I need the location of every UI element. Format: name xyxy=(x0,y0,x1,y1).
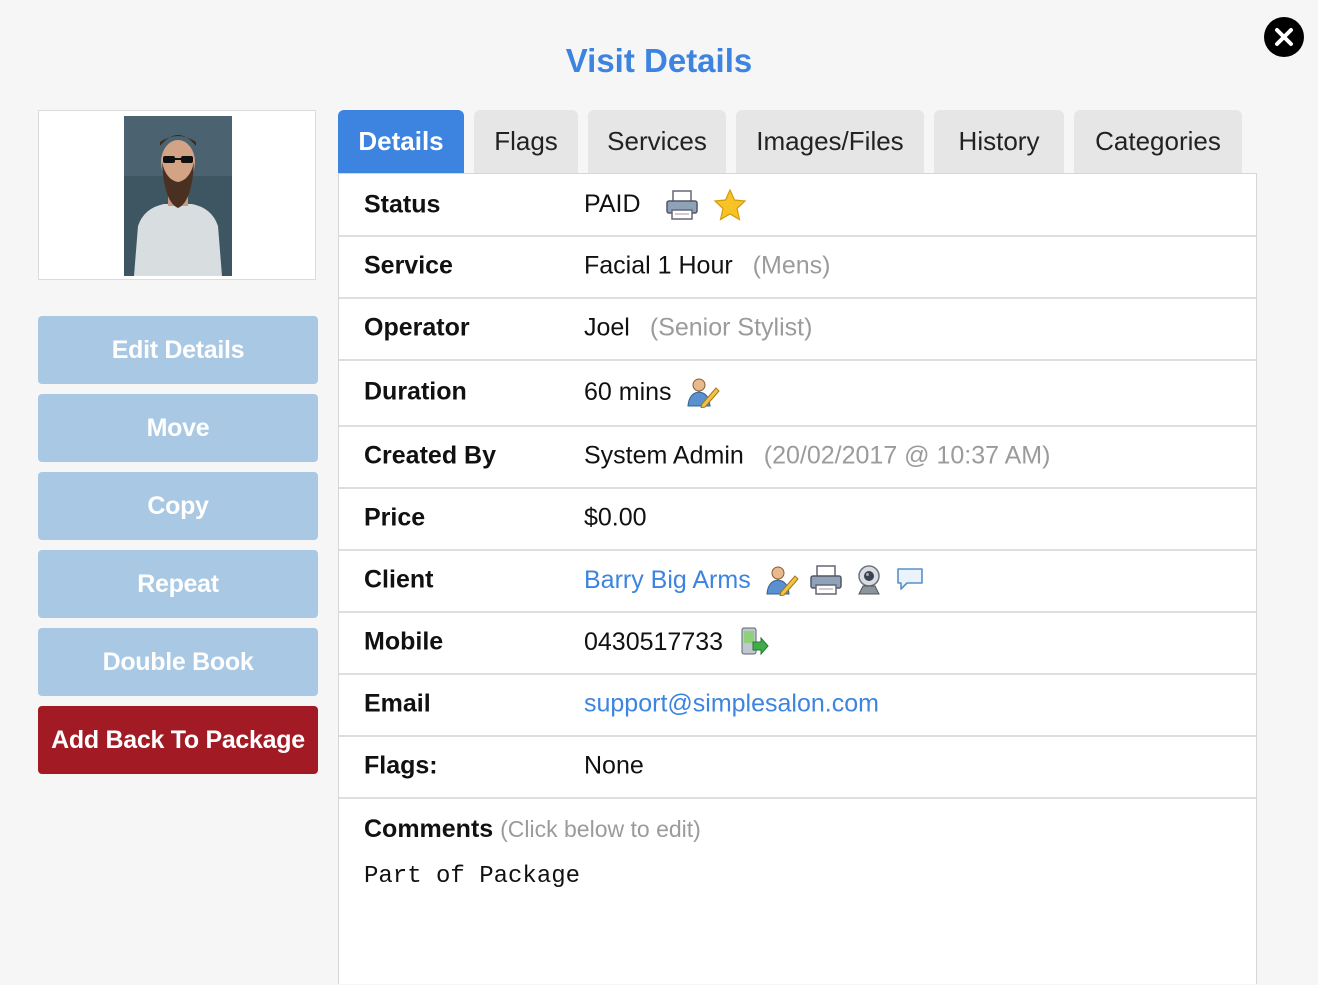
mobile-row: Mobile 0430517733 xyxy=(339,611,1256,675)
created-by-value: System Admin xyxy=(584,441,744,470)
webcam-icon[interactable] xyxy=(853,564,885,596)
tab-flags[interactable]: Flags xyxy=(474,110,578,173)
edit-details-button[interactable]: Edit Details xyxy=(38,316,318,384)
service-row: Service Facial 1 Hour (Mens) xyxy=(339,235,1256,299)
printer-icon[interactable] xyxy=(809,565,843,595)
operator-label: Operator xyxy=(364,313,470,342)
status-row: Status PAID xyxy=(339,174,1256,237)
price-value: $0.00 xyxy=(584,503,647,532)
comments-section: Comments (Click below to edit) Part of P… xyxy=(339,797,1256,985)
client-avatar-image xyxy=(124,116,232,276)
client-row: Client Barry Big Arms xyxy=(339,549,1256,613)
service-label: Service xyxy=(364,251,453,280)
page-title: Visit Details xyxy=(565,42,753,79)
email-link[interactable]: support@simplesalon.com xyxy=(584,690,879,719)
edit-user-icon[interactable] xyxy=(765,564,799,597)
email-label: Email xyxy=(364,689,431,718)
move-button[interactable]: Move xyxy=(38,394,318,462)
details-panel: Status PAID Service Facial 1 Hour (Mens)… xyxy=(338,173,1257,984)
edit-user-icon[interactable] xyxy=(686,376,720,409)
service-note: (Mens) xyxy=(752,251,831,280)
comments-text[interactable]: Part of Package xyxy=(364,863,580,890)
duration-value: 60 mins xyxy=(584,377,672,406)
duration-label: Duration xyxy=(364,377,467,406)
mobile-value: 0430517733 xyxy=(584,627,724,656)
star-icon[interactable] xyxy=(713,188,747,221)
operator-note: (Senior Stylist) xyxy=(649,313,813,342)
duration-row: Duration 60 mins xyxy=(339,359,1256,427)
created-by-label: Created By xyxy=(364,441,496,470)
status-label: Status xyxy=(364,190,441,218)
mobile-label: Mobile xyxy=(364,627,444,656)
double-book-button[interactable]: Double Book xyxy=(38,628,318,696)
operator-row: Operator Joel (Senior Stylist) xyxy=(339,297,1256,361)
price-row: Price $0.00 xyxy=(339,487,1256,551)
tab-services[interactable]: Services xyxy=(588,110,726,173)
chat-bubble-icon[interactable] xyxy=(895,566,925,594)
created-timestamp: (20/02/2017 @ 10:37 AM) xyxy=(763,441,1051,470)
operator-value: Joel xyxy=(584,313,630,342)
client-name-link[interactable]: Barry Big Arms xyxy=(584,566,751,595)
status-value: PAID xyxy=(584,190,641,218)
tab-categories[interactable]: Categories xyxy=(1074,110,1242,173)
client-photo xyxy=(38,110,316,280)
tab-images-files[interactable]: Images/Files xyxy=(736,110,924,173)
tab-history[interactable]: History xyxy=(934,110,1064,173)
flags-label: Flags: xyxy=(364,751,438,780)
comments-label: Comments xyxy=(364,815,494,843)
service-value: Facial 1 Hour xyxy=(584,251,733,280)
email-row: Email support@simplesalon.com xyxy=(339,673,1256,737)
repeat-button[interactable]: Repeat xyxy=(38,550,318,618)
tab-details[interactable]: Details xyxy=(338,110,464,173)
send-sms-icon[interactable] xyxy=(739,626,769,658)
comments-hint: (Click below to edit) xyxy=(500,816,701,842)
client-label: Client xyxy=(364,565,434,594)
flags-value: None xyxy=(584,751,644,780)
add-back-to-package-button[interactable]: Add Back To Package xyxy=(38,706,318,774)
printer-icon[interactable] xyxy=(665,189,699,220)
flags-row: Flags: None xyxy=(339,735,1256,799)
created-by-row: Created By System Admin (20/02/2017 @ 10… xyxy=(339,425,1256,489)
copy-button[interactable]: Copy xyxy=(38,472,318,540)
price-label: Price xyxy=(364,503,426,532)
